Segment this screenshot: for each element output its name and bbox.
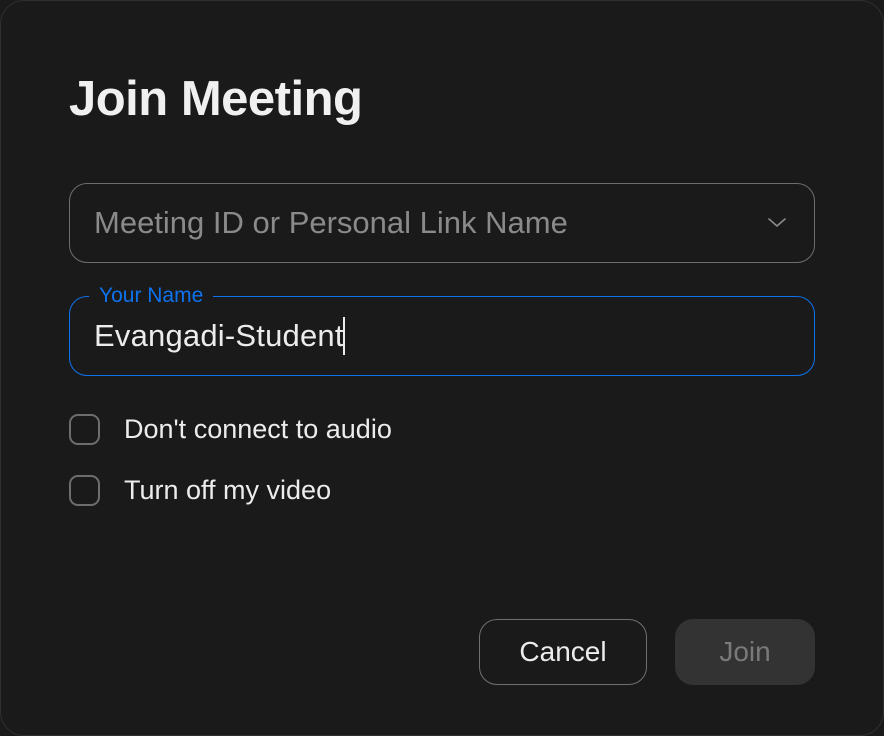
- name-input-value: Evangadi-Student: [94, 318, 344, 354]
- meeting-id-input[interactable]: Meeting ID or Personal Link Name: [69, 183, 815, 263]
- join-button[interactable]: Join: [675, 619, 815, 685]
- no-video-checkbox[interactable]: [69, 475, 100, 506]
- no-audio-label[interactable]: Don't connect to audio: [124, 414, 392, 445]
- no-audio-checkbox[interactable]: [69, 414, 100, 445]
- dialog-button-row: Cancel Join: [69, 599, 815, 685]
- name-field-wrapper: Your Name Evangadi-Student: [69, 296, 815, 376]
- text-cursor: [343, 317, 345, 355]
- no-video-option: Turn off my video: [69, 475, 815, 506]
- name-input[interactable]: Evangadi-Student: [69, 296, 815, 376]
- name-field-label: Your Name: [89, 284, 213, 308]
- cancel-button[interactable]: Cancel: [479, 619, 647, 685]
- chevron-down-icon[interactable]: [768, 217, 786, 229]
- join-meeting-dialog: Join Meeting Meeting ID or Personal Link…: [0, 0, 884, 736]
- no-video-label[interactable]: Turn off my video: [124, 475, 331, 506]
- meeting-id-placeholder: Meeting ID or Personal Link Name: [94, 205, 568, 241]
- dialog-title: Join Meeting: [69, 71, 815, 127]
- no-audio-option: Don't connect to audio: [69, 414, 815, 445]
